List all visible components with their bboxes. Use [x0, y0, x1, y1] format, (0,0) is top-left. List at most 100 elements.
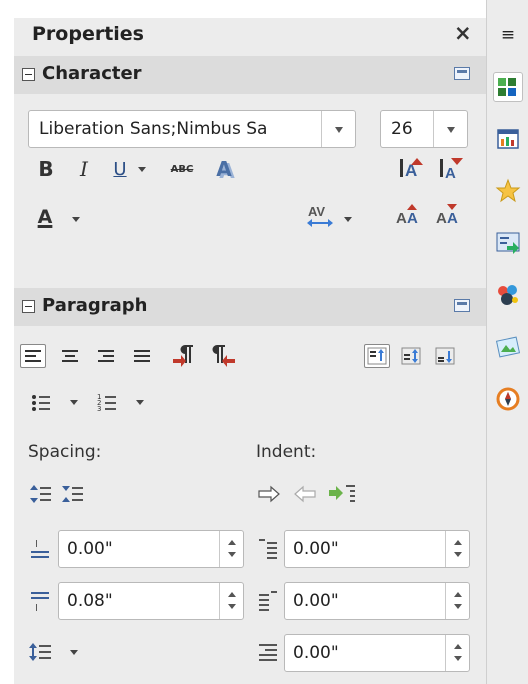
above-paragraph-spacing-icon: I — [28, 536, 52, 562]
uppercase-button[interactable]: A A — [394, 200, 424, 230]
collapse-toggle-icon[interactable] — [22, 68, 35, 81]
character-section-header[interactable]: Character — [14, 56, 486, 94]
collapse-toggle-icon[interactable] — [22, 300, 35, 313]
navigator-icon[interactable] — [493, 228, 523, 258]
right-to-left-button[interactable] — [208, 340, 238, 370]
font-size-value: 26 — [391, 119, 413, 139]
svg-text:3: 3 — [97, 405, 101, 413]
italic-button[interactable]: I — [72, 156, 96, 182]
properties-glyph — [498, 78, 516, 96]
below-paragraph-spacing-icon: I — [28, 588, 52, 614]
bullet-list-button[interactable] — [28, 390, 54, 414]
functions-icon[interactable] — [493, 280, 523, 310]
hanging-indent-icon — [329, 485, 355, 502]
bullet-list-icon — [32, 395, 50, 411]
before-text-indent-spinbox[interactable]: 0.00" — [284, 530, 470, 568]
left-to-right-button[interactable] — [170, 340, 200, 370]
gallery-icon[interactable] — [493, 176, 523, 206]
font-size-combobox[interactable]: 26 — [380, 110, 468, 148]
svg-text:I: I — [35, 539, 38, 550]
numbered-list-button[interactable]: 1 2 3 — [94, 390, 120, 414]
after-text-indent-icon — [256, 588, 280, 614]
below-spacing-glyph: I — [31, 592, 49, 613]
character-spacing-button[interactable]: AV — [304, 198, 336, 232]
font-name-dropdown-arrow[interactable] — [321, 111, 355, 147]
character-section-title: Character — [42, 63, 142, 84]
after-text-indent-spinbox[interactable]: 0.00" — [284, 582, 470, 620]
hanging-indent-button[interactable] — [326, 480, 360, 506]
increase-indent-button[interactable] — [256, 482, 284, 506]
properties-icon[interactable] — [493, 72, 523, 102]
shrink-font-button[interactable]: A — [438, 154, 466, 182]
close-icon[interactable]: × — [454, 21, 472, 45]
bullet-list-dropdown-arrow[interactable] — [70, 400, 78, 405]
media-icon[interactable] — [493, 332, 523, 362]
align-top-button[interactable] — [364, 344, 390, 368]
svg-text:A: A — [445, 165, 456, 180]
styles-icon[interactable] — [493, 124, 523, 154]
increase-indent-icon — [258, 485, 280, 503]
align-top-icon — [367, 347, 387, 365]
media-glyph — [495, 336, 521, 358]
below-spacing-spin-buttons[interactable] — [219, 583, 243, 619]
functions-glyph — [498, 285, 518, 305]
font-color-button[interactable]: A — [32, 202, 58, 232]
line-spacing-dropdown-arrow[interactable] — [70, 650, 78, 655]
align-left-icon — [25, 350, 41, 362]
align-bottom-button[interactable] — [432, 344, 458, 368]
align-bottom-icon — [435, 347, 455, 365]
paragraph-more-options-icon[interactable] — [454, 299, 470, 312]
strikethrough-button[interactable]: ABC — [164, 158, 200, 180]
paragraph-section-title: Paragraph — [42, 295, 148, 316]
lowercase-icon: A A — [436, 204, 458, 227]
below-paragraph-spacing-spinbox[interactable]: 0.08" — [58, 582, 244, 620]
before-indent-glyph — [259, 539, 277, 559]
after-indent-spin-buttons[interactable] — [445, 583, 469, 619]
left-to-right-icon — [173, 345, 193, 367]
font-color-dropdown-arrow[interactable] — [72, 217, 80, 222]
paragraph-section-header[interactable]: Paragraph — [14, 288, 486, 326]
first-line-indent-icon — [256, 640, 280, 666]
font-size-dropdown-arrow[interactable] — [433, 111, 467, 147]
first-line-indent-spinbox[interactable]: 0.00" — [284, 634, 470, 672]
character-spacing-icon: AV — [307, 204, 333, 227]
decrease-indent-icon — [294, 485, 316, 503]
svg-text:AV: AV — [308, 204, 325, 219]
align-left-button[interactable] — [20, 344, 46, 368]
character-more-options-icon[interactable] — [454, 67, 470, 80]
grow-font-button[interactable]: A — [398, 154, 426, 182]
increase-paragraph-spacing-button[interactable] — [28, 482, 54, 506]
character-spacing-dropdown-arrow[interactable] — [344, 217, 352, 222]
navigator-glyph — [496, 232, 520, 254]
sidebar-menu-icon[interactable]: ≡ — [493, 20, 523, 50]
before-text-indent-icon — [256, 536, 280, 562]
decrease-paragraph-spacing-button[interactable] — [60, 482, 86, 506]
after-text-indent-value: 0.00" — [293, 591, 339, 611]
line-spacing-button[interactable] — [28, 640, 54, 664]
align-center-button[interactable] — [58, 344, 82, 368]
above-spacing-spin-buttons[interactable] — [219, 531, 243, 567]
svg-text:I: I — [35, 603, 38, 613]
justify-button[interactable] — [130, 344, 154, 368]
shadow-button[interactable]: A — [210, 156, 238, 182]
underline-button[interactable]: U — [108, 156, 132, 182]
underline-dropdown-arrow[interactable] — [138, 167, 146, 172]
svg-text:A: A — [436, 210, 447, 227]
justify-icon — [134, 350, 150, 362]
numbered-list-dropdown-arrow[interactable] — [136, 400, 144, 405]
properties-panel: Properties × Character Liberation Sans;N… — [14, 18, 486, 684]
decrease-spacing-icon — [62, 486, 83, 502]
lowercase-button[interactable]: A A — [434, 200, 464, 230]
above-paragraph-spacing-spinbox[interactable]: 0.00" — [58, 530, 244, 568]
panel-titlebar: Properties × — [14, 18, 486, 52]
decrease-indent-button[interactable] — [290, 482, 318, 506]
before-indent-spin-buttons[interactable] — [445, 531, 469, 567]
grow-font-icon: A — [400, 158, 423, 180]
compass-icon[interactable] — [493, 384, 523, 414]
align-right-button[interactable] — [94, 344, 118, 368]
first-line-indent-spin-buttons[interactable] — [445, 635, 469, 671]
bold-button[interactable]: B — [34, 156, 58, 182]
align-middle-button[interactable] — [398, 344, 424, 368]
above-paragraph-spacing-value: 0.00" — [67, 539, 113, 559]
font-name-combobox[interactable]: Liberation Sans;Nimbus Sa — [28, 110, 356, 148]
